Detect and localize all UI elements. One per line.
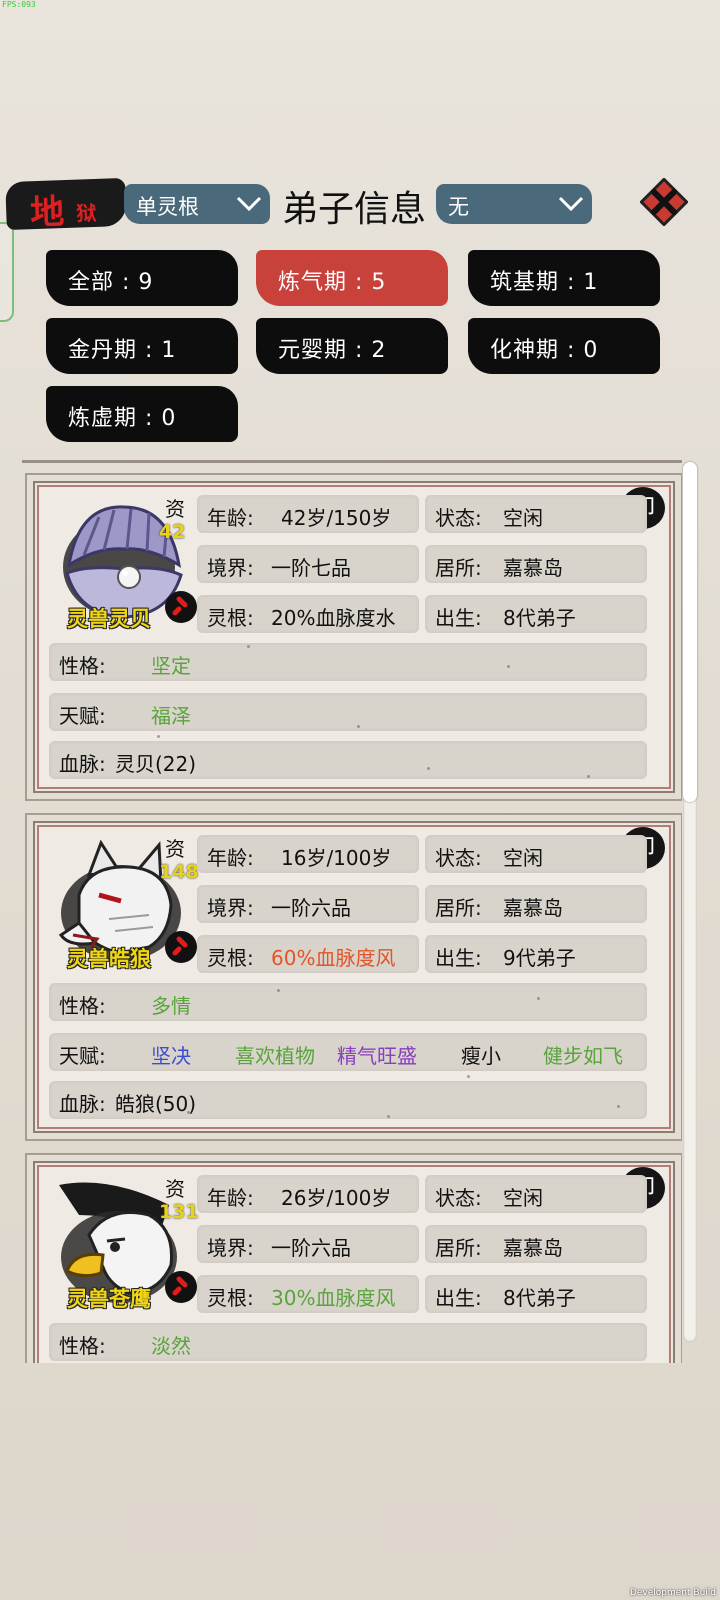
chip-label: 金丹期 : 1 (68, 338, 177, 363)
aptitude-label: 资 (165, 497, 185, 521)
birth-field: 出生: 8代弟子 (425, 595, 647, 633)
chevron-down-icon (558, 196, 584, 212)
personality-field: 性格: 多情 (49, 983, 647, 1021)
state-field: 状态: 空闲 (425, 835, 647, 873)
state-field: 状态: 空闲 (425, 495, 647, 533)
residence-field: 居所: 嘉慕岛 (425, 885, 647, 923)
disciple-name: 灵兽皓狼 (67, 947, 151, 971)
close-button[interactable] (640, 178, 688, 226)
residence-field: 居所: 嘉慕岛 (425, 1225, 647, 1263)
filter-chip-golden-core[interactable]: 金丹期 : 1 (46, 318, 238, 374)
age-field: 年龄: 26岁/100岁 (197, 1175, 419, 1213)
chip-label: 炼气期 : 5 (278, 270, 387, 295)
personality-field: 性格: 坚定 (49, 643, 647, 681)
chevron-down-icon (236, 196, 262, 212)
age-field: 年龄: 16岁/100岁 (197, 835, 419, 873)
realm-field: 境界: 一阶七品 (197, 545, 419, 583)
secondary-filter-dropdown[interactable]: 无 (436, 184, 592, 224)
realm-field: 境界: 一阶六品 (197, 1225, 419, 1263)
filter-chip-void[interactable]: 炼虚期 : 0 (46, 386, 238, 442)
filter-chip-all[interactable]: 全部 : 9 (46, 250, 238, 306)
disciple-card[interactable]: 资 131 灵兽苍鹰 卸 年龄:26岁/100岁 状态:空闲 境界:一阶六品 居… (25, 1153, 682, 1363)
filter-chip-deity[interactable]: 化神期 : 0 (468, 318, 660, 374)
chip-label: 元婴期 : 2 (278, 338, 387, 363)
page-title: 弟子信息 (282, 189, 427, 230)
aptitude-value: 42 (159, 521, 186, 543)
list-scrollbar-thumb[interactable] (683, 462, 697, 802)
talent-tag: 精气旺盛 (337, 1044, 417, 1068)
difficulty-char-small: 狱 (75, 200, 97, 226)
chip-label: 炼虚期 : 0 (68, 406, 177, 431)
talent-tag: 坚决 (151, 1044, 191, 1068)
fps-counter: FPS:093 (2, 0, 36, 9)
chip-label: 全部 : 9 (68, 270, 154, 295)
birth-field: 出生: 9代弟子 (425, 935, 647, 973)
chip-label: 筑基期 : 1 (490, 270, 599, 295)
root-filter-dropdown[interactable]: 单灵根 (124, 184, 270, 224)
filter-chip-foundation[interactable]: 筑基期 : 1 (468, 250, 660, 306)
talent-field: 天赋: 福泽 (49, 693, 647, 731)
filter-chip-nascent-soul[interactable]: 元婴期 : 2 (256, 318, 448, 374)
disciple-card[interactable]: 资 42 灵兽灵贝 卸 年龄:42岁/150岁 状态:空闲 境界:一阶七品 居所… (25, 473, 682, 801)
talent-tag: 瘦小 (461, 1044, 501, 1068)
realm-field: 境界: 一阶六品 (197, 885, 419, 923)
aptitude-label: 资 (165, 837, 185, 861)
dev-build-label: Development Build (629, 1588, 716, 1598)
talent-tag: 喜欢植物 (235, 1044, 315, 1068)
aptitude-label: 资 (165, 1177, 185, 1201)
aptitude-value: 148 (159, 861, 199, 883)
disciple-card[interactable]: 资 148 灵兽皓狼 卸 年龄:16岁/100岁 状态:空闲 境界:一阶六品 居… (25, 813, 682, 1141)
spirit-root-field: 灵根: 30%血脉度风 (197, 1275, 419, 1313)
bloodline-field: 血脉: 灵贝(22) (49, 741, 647, 779)
disciple-list[interactable]: 资 42 灵兽灵贝 卸 年龄:42岁/150岁 状态:空闲 境界:一阶七品 居所… (22, 460, 682, 1363)
residence-field: 居所: 嘉慕岛 (425, 545, 647, 583)
secondary-filter-value: 无 (448, 195, 469, 219)
bloodline-field: 血脉: 皓狼(50) (49, 1081, 647, 1119)
talent-tag: 健步如飞 (543, 1044, 623, 1068)
spirit-root-field: 灵根: 20%血脉度水 (197, 595, 419, 633)
root-filter-value: 单灵根 (136, 195, 199, 219)
talent-field: 天赋: 坚决 喜欢植物 精气旺盛 瘦小 健步如飞 (49, 1033, 647, 1071)
personality-field: 性格: 淡然 (49, 1323, 647, 1361)
age-field: 年龄: 42岁/150岁 (197, 495, 419, 533)
difficulty-badge: 地 狱 (5, 177, 127, 233)
state-field: 状态: 空闲 (425, 1175, 647, 1213)
difficulty-char-big: 地 (29, 192, 65, 234)
disciple-name: 灵兽灵贝 (67, 607, 151, 631)
disciple-name: 灵兽苍鹰 (67, 1287, 151, 1311)
chip-label: 化神期 : 0 (490, 338, 599, 363)
spirit-root-field: 灵根: 60%血脉度风 (197, 935, 419, 973)
filter-chip-qi-refining[interactable]: 炼气期 : 5 (256, 250, 448, 306)
birth-field: 出生: 8代弟子 (425, 1275, 647, 1313)
aptitude-value: 131 (159, 1201, 199, 1223)
side-pull-tab[interactable] (0, 222, 14, 322)
